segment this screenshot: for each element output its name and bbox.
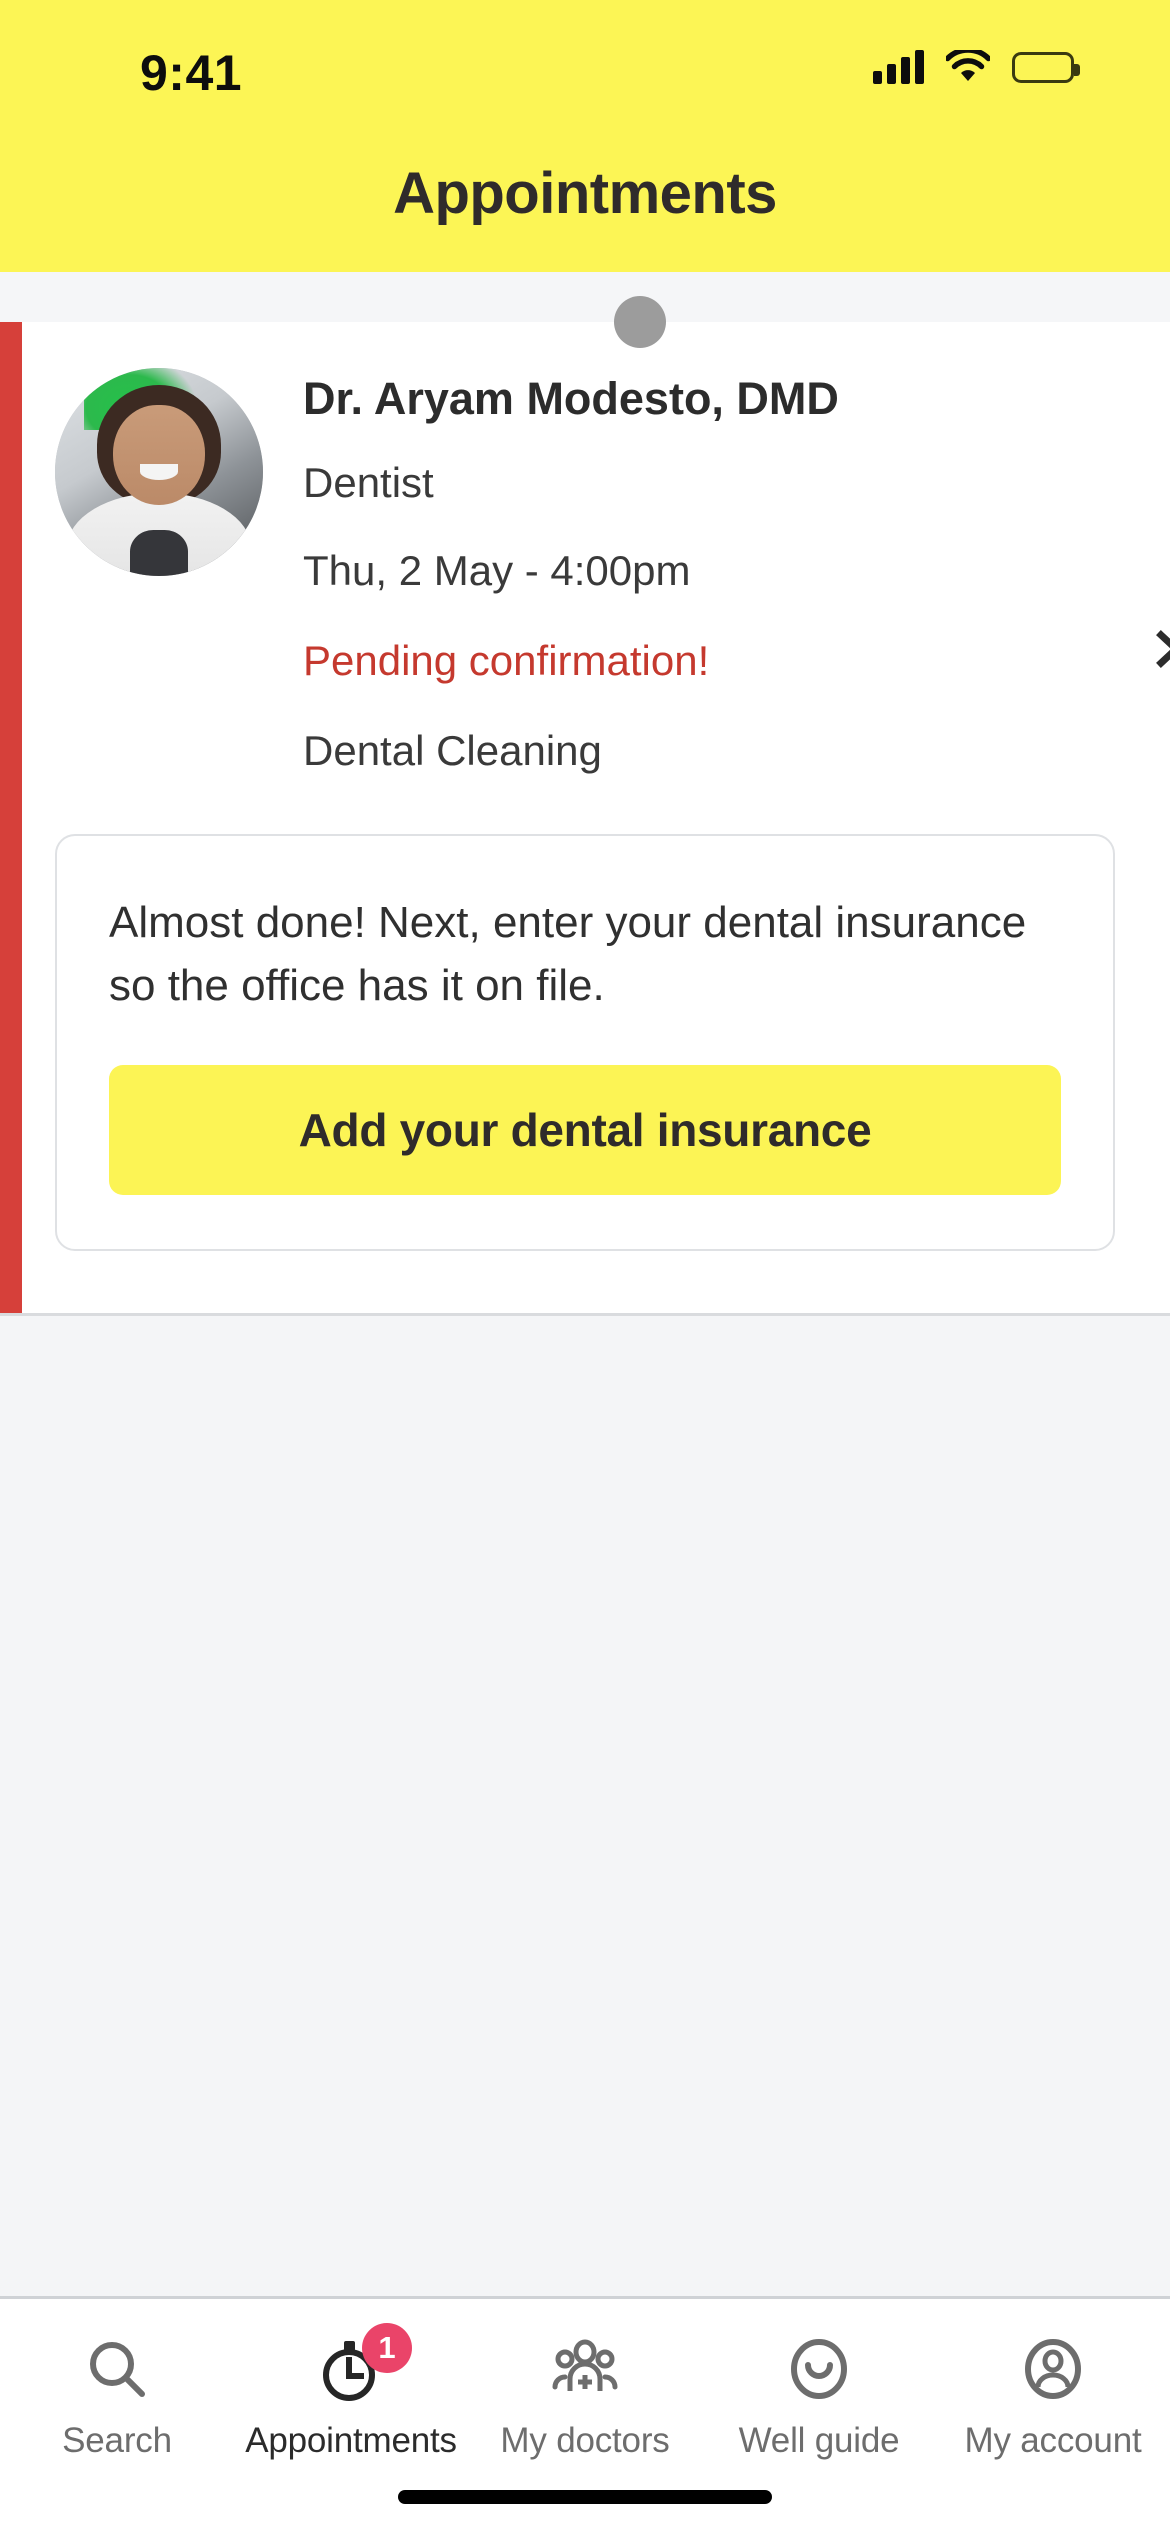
battery-full-icon — [1012, 51, 1080, 83]
tab-appointments[interactable]: 1 Appointments — [234, 2323, 468, 2461]
doctor-name: Dr. Aryam Modesto, DMD — [303, 373, 839, 424]
tab-my-account[interactable]: My account — [936, 2335, 1170, 2461]
tab-search[interactable]: Search — [0, 2335, 234, 2461]
wifi-icon — [946, 50, 990, 84]
tab-label-my-doctors: My doctors — [500, 2421, 670, 2460]
appointment-reason: Dental Cleaning — [303, 727, 602, 775]
content-scroll-area[interactable]: Dr. Aryam Modesto, DMD Dentist Thu, 2 Ma… — [0, 272, 1170, 2296]
status-time: 9:41 — [140, 45, 243, 101]
doctors-group-icon — [550, 2335, 620, 2405]
search-icon — [82, 2335, 152, 2405]
empty-list-area — [0, 1316, 1170, 2267]
status-accent-bar — [0, 322, 22, 1314]
status-badge: Pending confirmation! — [303, 636, 710, 684]
home-indicator-bar — [398, 2490, 772, 2504]
appointments-badge: 1 — [362, 2323, 412, 2373]
status-icons — [873, 50, 1080, 84]
header-gap — [0, 272, 1170, 322]
tab-label-my-account: My account — [964, 2421, 1142, 2460]
insurance-prompt-card: Almost done! Next, enter your dental ins… — [55, 834, 1115, 1252]
user-circle-icon — [1018, 2335, 1088, 2405]
appointment-datetime: Thu, 2 May - 4:00pm — [303, 546, 691, 594]
tab-label-appointments: Appointments — [245, 2421, 457, 2460]
app-header: 9:41 Appointments — [0, 0, 1170, 272]
clock-icon: 1 — [316, 2323, 412, 2405]
tab-label-well-guide: Well guide — [738, 2421, 900, 2460]
status-bar: 9:41 — [0, 0, 1170, 128]
appointment-card[interactable]: Dr. Aryam Modesto, DMD Dentist Thu, 2 Ma… — [0, 296, 1170, 1314]
cellular-signal-icon — [873, 50, 924, 84]
tab-my-doctors[interactable]: My doctors — [468, 2335, 702, 2461]
tab-well-guide[interactable]: Well guide — [702, 2335, 936, 2461]
smiley-face-icon — [784, 2335, 854, 2405]
add-insurance-button[interactable]: Add your dental insurance — [109, 1065, 1061, 1196]
page-title: Appointments — [393, 161, 777, 226]
chevron-right-icon[interactable] — [1150, 630, 1170, 668]
phone-screen: 9:41 Appointments Dr. Aryam Modesto, DMD… — [0, 0, 1170, 2532]
insurance-prompt-message: Almost done! Next, enter your dental ins… — [109, 898, 1027, 1010]
avatar — [55, 368, 263, 576]
doctor-specialty: Dentist — [303, 458, 434, 506]
tab-label-search: Search — [62, 2421, 172, 2460]
drag-handle-dot[interactable] — [614, 296, 666, 348]
